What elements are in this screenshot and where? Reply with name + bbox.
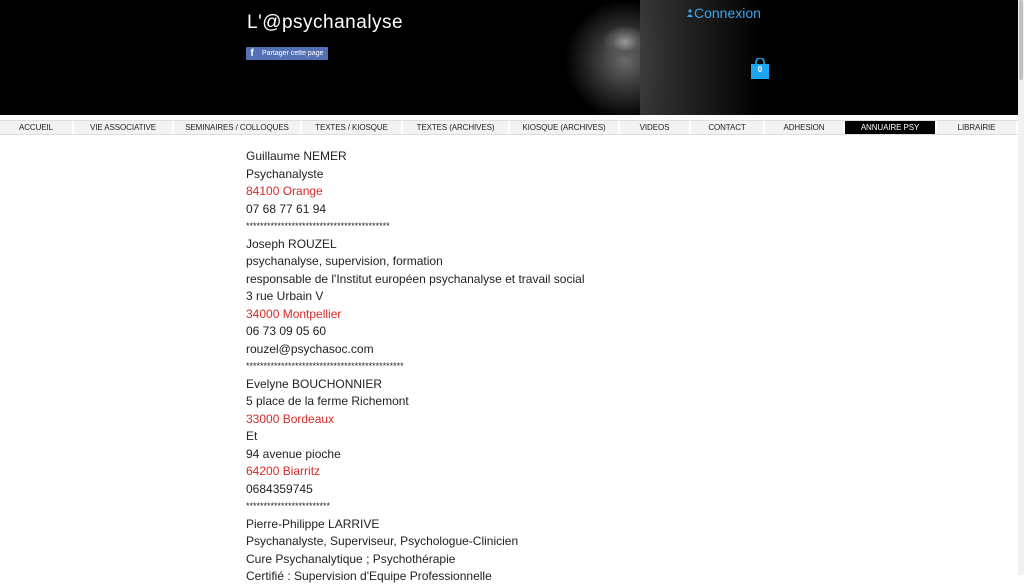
- entry-city: 33000 Bordeaux: [246, 411, 335, 426]
- entry-profession: Psychanalyste, Superviseur, Psychologue-…: [246, 534, 519, 548]
- entry-city: 64200 Biarritz: [246, 464, 321, 478]
- cart-button[interactable]: 0: [751, 57, 769, 79]
- share-page-label: Partager cette page: [262, 50, 324, 57]
- entry-name: Guillaume NEMER: [246, 149, 347, 163]
- directory-content: Guillaume NEMER Psychanalyste 84100 Oran…: [246, 148, 766, 586]
- entry-role: responsable de l'Institut européen psych…: [246, 271, 585, 286]
- entry-separator: ****************************************…: [246, 221, 390, 231]
- entry-separator: ************************: [246, 501, 331, 511]
- nav-item-librairie[interactable]: LIBRAIRIE: [937, 121, 1018, 134]
- entry-city: 34000 Montpellier: [246, 306, 342, 321]
- nav-item-textes-kiosque[interactable]: TEXTES / KIOSQUE: [302, 121, 403, 134]
- entry-email: rouzel@psychasoc.com: [246, 341, 374, 356]
- scrollbar-thumb[interactable]: [1019, 0, 1023, 80]
- nav-item-adhesion[interactable]: ADHESION: [765, 121, 845, 134]
- entry-profession: Psychanalyste: [246, 166, 324, 181]
- entry-address: 94 avenue pioche: [246, 446, 341, 461]
- entry-phone: 06 73 09 05 60: [246, 324, 327, 338]
- site-title[interactable]: L'@psychanalyse: [247, 12, 403, 34]
- entry-address: 5 place de la ferme Richemont: [246, 394, 409, 408]
- login-link[interactable]: Connexion: [687, 5, 761, 21]
- page-scrollbar[interactable]: [1018, 0, 1024, 575]
- nav-item-vie-associative[interactable]: VIE ASSOCIATIVE: [74, 121, 174, 134]
- nav-item-accueil[interactable]: ACCUEIL: [0, 121, 74, 134]
- share-page-button[interactable]: f Partager cette page: [246, 47, 328, 60]
- entry-conjunction: Et: [246, 429, 258, 443]
- entry-phone: 0684359745: [246, 481, 313, 496]
- nav-item-annuaire-psy[interactable]: ANNUAIRE PSY: [845, 121, 937, 134]
- main-nav: ACCUEIL VIE ASSOCIATIVE SEMINAIRES / COL…: [0, 120, 1018, 135]
- entry-name: Joseph ROUZEL: [246, 236, 337, 251]
- entry-address: 3 rue Urbain V: [246, 289, 324, 303]
- nav-item-textes-archives[interactable]: TEXTES (ARCHIVES): [403, 121, 510, 134]
- nav-item-seminaires[interactable]: SEMINAIRES / COLLOQUES: [174, 121, 302, 134]
- site-header: L'@psychanalyse f Partager cette page Co…: [0, 0, 1018, 115]
- entry-phone: 07 68 77 61 94: [246, 201, 327, 216]
- nav-item-contact[interactable]: CONTACT: [691, 121, 765, 134]
- cart-count: 0: [757, 65, 763, 74]
- nav-item-kiosque-archives[interactable]: KIOSQUE (ARCHIVES): [510, 121, 620, 134]
- nav-item-videos[interactable]: VIDEOS: [620, 121, 691, 134]
- entry-separator: ****************************************…: [246, 361, 404, 371]
- facebook-icon: f: [250, 48, 254, 59]
- entry-city: 84100 Orange: [246, 184, 323, 198]
- entry-certification: Certifié : Supervision d'Equipe Professi…: [246, 569, 492, 583]
- entry-specialty: Cure Psychanalytique ; Psychothérapie: [246, 551, 456, 566]
- entry-profession: psychanalyse, supervision, formation: [246, 254, 443, 268]
- entry-name: Pierre-Philippe LARRIVE: [246, 516, 380, 531]
- user-icon: [687, 9, 693, 17]
- login-label: Connexion: [694, 5, 761, 21]
- entry-name: Evelyne BOUCHONNIER: [246, 376, 383, 391]
